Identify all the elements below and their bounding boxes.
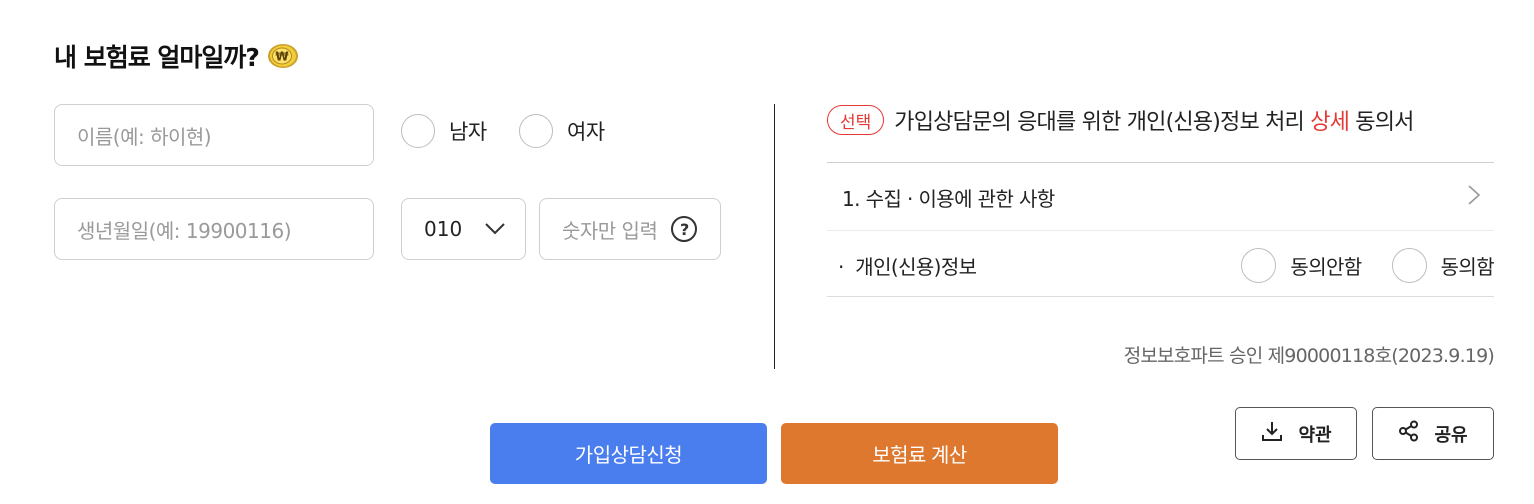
gender-female-option[interactable]: 여자 [519, 114, 605, 148]
consent-item-collection-label: 1. 수집 · 이용에 관한 사항 [842, 186, 1055, 211]
name-input-placeholder: 이름(예: 하이현) [77, 124, 212, 149]
consent-info-row: · 개인(신용)정보 동의안함 동의함 [838, 246, 1495, 284]
section-divider [774, 104, 775, 369]
gender-female-label: 여자 [567, 120, 605, 144]
consent-title-prefix: 가입상담문의 응대를 위한 개인(신용)정보 처리 [894, 110, 1311, 135]
share-label: 공유 [1434, 424, 1468, 446]
chevron-down-icon [484, 217, 506, 241]
gender-male-radio[interactable] [401, 114, 435, 148]
disagree-label: 동의안함 [1290, 254, 1362, 279]
help-icon[interactable]: ? [671, 216, 698, 242]
consent-title-highlight: 상세 [1310, 110, 1350, 135]
approval-number: 정보보호파트 승인 제90000118호(2023.9.19) [1123, 345, 1495, 367]
consent-header: 선택 가입상담문의 응대를 위한 개인(신용)정보 처리 상세 동의서 [827, 104, 1414, 136]
personal-info-label: · 개인(신용)정보 [838, 254, 977, 279]
consent-divider-bottom [827, 296, 1494, 297]
birthdate-input[interactable]: 생년월일(예: 19900116) [54, 198, 374, 260]
page-title-text: 내 보험료 얼마일까? [54, 43, 260, 72]
consent-title-suffix: 동의서 [1349, 110, 1414, 135]
page-title: 내 보험료 얼마일까? ₩ [54, 38, 299, 74]
svg-text:₩: ₩ [275, 50, 289, 64]
chevron-right-icon [1462, 184, 1484, 211]
personal-info-label-text: 개인(신용)정보 [855, 254, 977, 279]
phone-prefix-value: 010 [424, 217, 463, 241]
share-icon [1398, 420, 1420, 447]
terms-download-label: 약관 [1298, 424, 1332, 446]
birthdate-input-placeholder: 생년월일(예: 19900116) [77, 218, 292, 243]
calculate-premium-button[interactable]: 보험료 계산 [781, 423, 1058, 484]
phone-prefix-select[interactable]: 010 [401, 198, 526, 260]
phone-number-input[interactable]: 숫자만 입력 ? [539, 198, 721, 260]
download-icon [1260, 419, 1284, 448]
consent-item-collection[interactable]: 1. 수집 · 이용에 관한 사항 [842, 180, 1484, 214]
gender-male-label: 남자 [449, 120, 487, 144]
won-coin-icon: ₩ [267, 43, 299, 69]
gender-female-radio[interactable] [519, 114, 553, 148]
agree-radio[interactable] [1391, 247, 1427, 283]
optional-badge: 선택 [827, 105, 885, 135]
disagree-option[interactable]: 동의안함 [1241, 247, 1362, 283]
consent-title: 가입상담문의 응대를 위한 개인(신용)정보 처리 상세 동의서 [894, 104, 1414, 136]
gender-male-option[interactable]: 남자 [401, 114, 487, 148]
disagree-radio[interactable] [1241, 247, 1277, 283]
consent-divider-mid [827, 230, 1494, 231]
phone-number-placeholder: 숫자만 입력 [562, 218, 658, 243]
terms-download-button[interactable]: 약관 [1235, 407, 1357, 460]
agree-option[interactable]: 동의함 [1391, 247, 1495, 283]
consult-apply-button[interactable]: 가입상담신청 [490, 423, 767, 484]
consent-divider-top [827, 162, 1494, 163]
agree-label: 동의함 [1440, 254, 1495, 279]
name-input[interactable]: 이름(예: 하이현) [54, 104, 374, 166]
share-button[interactable]: 공유 [1372, 407, 1494, 460]
